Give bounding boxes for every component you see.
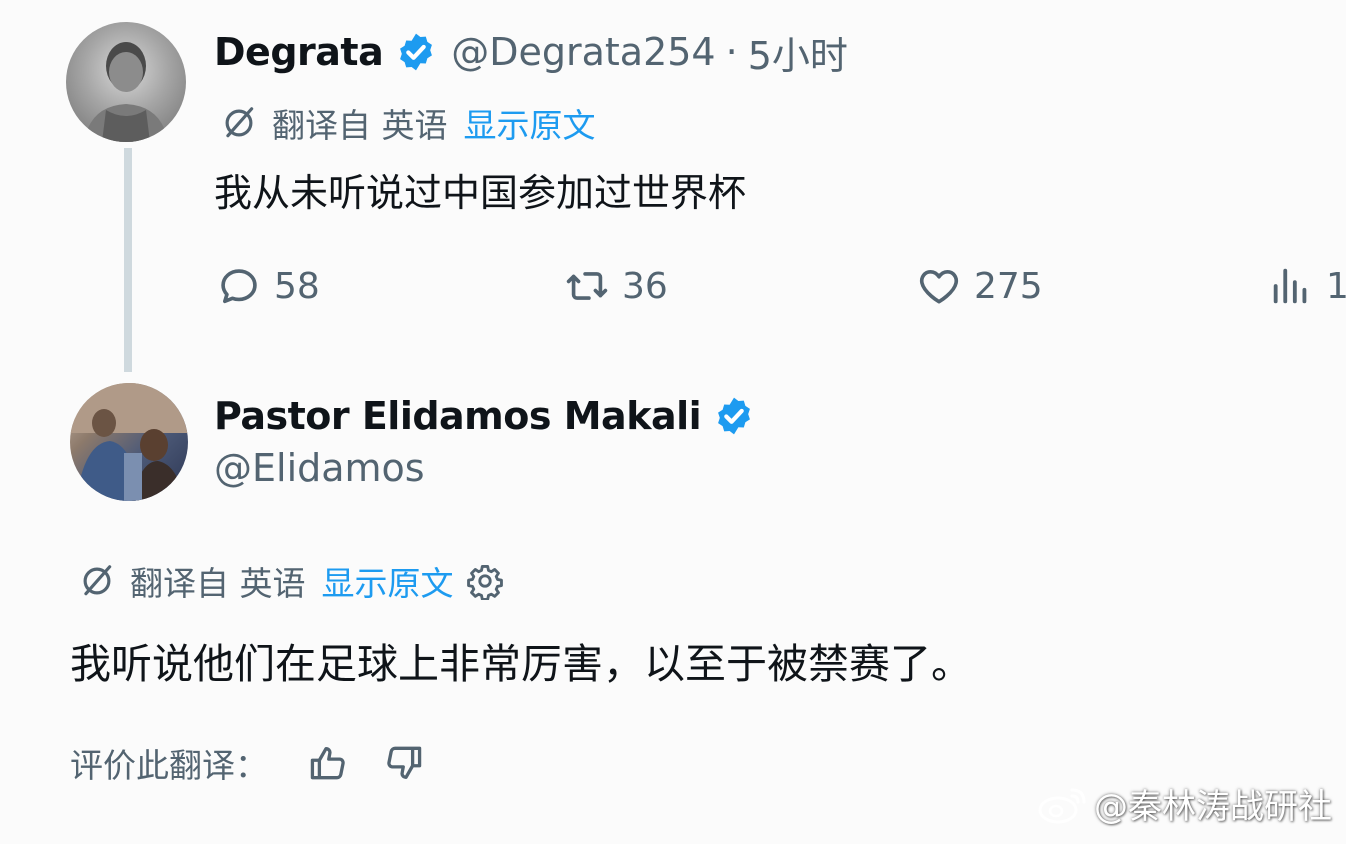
- user-handle[interactable]: @Degrata254: [451, 30, 715, 74]
- like-button[interactable]: 275: [916, 262, 1043, 310]
- tweet-body: 我听说他们在足球上非常厉害，以至于被禁赛了。: [70, 640, 972, 688]
- user-handle[interactable]: @Elidamos: [214, 446, 425, 490]
- separator-dot: ·: [725, 30, 738, 74]
- weibo-icon: [1038, 788, 1086, 823]
- tweet-header: Pastor Elidamos Makali: [214, 388, 755, 444]
- show-original-link[interactable]: 显示原文: [464, 99, 596, 147]
- retweet-icon: [566, 272, 608, 300]
- verified-badge-icon: [718, 397, 751, 435]
- avatar-photo-icon: [70, 383, 188, 501]
- translate-icon: [83, 565, 112, 596]
- gear-icon[interactable]: [466, 562, 504, 600]
- heart-icon: [919, 269, 959, 304]
- translation-notice: 翻译自 英语 显示原文: [214, 100, 596, 146]
- views-button[interactable]: 1: [1268, 262, 1346, 310]
- rate-translation-label: 评价此翻译：: [70, 746, 268, 785]
- tweet-thread-screenshot: Degrata @Degrata254 · 5小时 翻译自 英语 显示原文 我从…: [0, 0, 1346, 844]
- watermark: @秦林涛战研社: [1036, 779, 1332, 828]
- timestamp[interactable]: 5小时: [748, 25, 848, 80]
- retweet-count: 36: [622, 265, 668, 307]
- reply-icon: [221, 269, 257, 304]
- translated-from-label: 翻译自 英语: [272, 106, 448, 145]
- watermark-text: @秦林涛战研社: [1094, 787, 1332, 827]
- translation-notice: 翻译自 英语 显示原文: [72, 558, 504, 604]
- tweet-header: Degrata @Degrata254 · 5小时: [214, 24, 848, 80]
- display-name[interactable]: Degrata: [214, 30, 384, 74]
- thumbs-up-icon[interactable]: [306, 741, 350, 785]
- translated-from-label: 翻译自 英语: [130, 564, 306, 603]
- thumbs-down-icon[interactable]: [382, 741, 426, 785]
- translate-icon: [225, 107, 254, 138]
- avatar-elidamos[interactable]: [70, 383, 188, 501]
- retweet-button[interactable]: 36: [564, 262, 668, 310]
- rate-translation-row: 评价此翻译：: [70, 738, 426, 788]
- show-original-link[interactable]: 显示原文: [322, 557, 454, 605]
- reply-button[interactable]: 58: [216, 262, 320, 310]
- thread-connector-line: [124, 148, 132, 372]
- like-count: 275: [974, 265, 1043, 307]
- display-name[interactable]: Pastor Elidamos Makali: [214, 394, 702, 438]
- views-icon: [1273, 268, 1307, 304]
- view-count: 1: [1326, 265, 1346, 307]
- avatar-degrata[interactable]: [66, 22, 186, 142]
- avatar-person-icon: [84, 42, 168, 142]
- verified-badge-icon: [400, 33, 433, 71]
- reply-count: 58: [274, 265, 320, 307]
- tweet-body: 我从未听说过中国参加过世界杯: [214, 171, 747, 215]
